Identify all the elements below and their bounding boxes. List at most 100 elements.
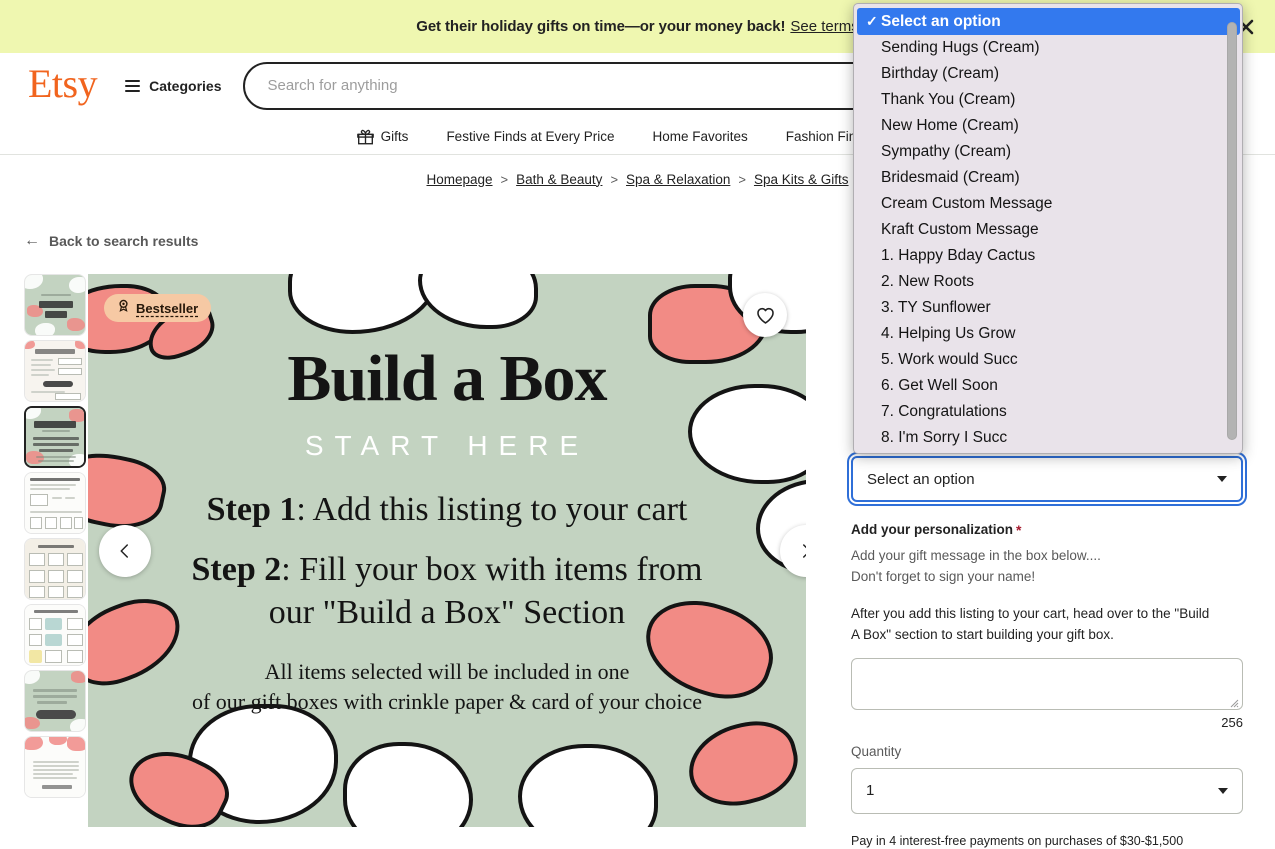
thumb-after-adding-instructions[interactable]	[24, 472, 86, 534]
dropdown-option-label: 6. Get Well Soon	[881, 377, 998, 394]
dropdown-option-thank-you-cream[interactable]: Thank You (Cream)	[854, 87, 1242, 113]
personalization-help-line1: Add your gift message in the box below..…	[851, 548, 1101, 563]
dropdown-option-6-get-well-soon[interactable]: 6. Get Well Soon	[854, 373, 1242, 399]
image-step2-line2: our "Build a Box" Section	[268, 594, 626, 632]
dropdown-option-7-congratulations[interactable]: 7. Congratulations	[854, 399, 1242, 425]
dropdown-option-label: Thank You (Cream)	[881, 91, 1016, 108]
paypal-note-line1: Pay in 4 interest-free payments on purch…	[851, 833, 1184, 848]
breadcrumb-separator: >	[738, 171, 746, 187]
dropdown-option-sending-hugs-cream[interactable]: Sending Hugs (Cream)	[854, 35, 1242, 61]
dropdown-scrollbar[interactable]	[1226, 8, 1238, 451]
card-option-dropdown-list[interactable]: ✓ Select an option Sending Hugs (Cream) …	[853, 3, 1243, 454]
image-note: All items selected will be included in o…	[192, 657, 702, 719]
back-link-label: Back to search results	[49, 233, 199, 249]
dropdown-option-bridesmaid-cream[interactable]: Bridesmaid (Cream)	[854, 165, 1242, 191]
dropdown-option-select-an-option[interactable]: ✓ Select an option	[857, 8, 1240, 35]
nav-item-home-favorites[interactable]: Home Favorites	[653, 129, 748, 144]
chevron-left-icon[interactable]	[99, 524, 151, 577]
nav-item-label: Festive Finds at Every Price	[446, 128, 615, 144]
bestseller-label: Bestseller	[136, 300, 199, 316]
dropdown-option-birthday-cream[interactable]: Birthday (Cream)	[854, 61, 1242, 87]
image-step1: Step 1: Add this listing to your cart	[207, 488, 688, 532]
image-step1-text: : Add this listing to your cart	[296, 491, 688, 528]
dropdown-option-cream-custom-message[interactable]: Cream Custom Message	[854, 191, 1242, 217]
dropdown-option-label: 5. Work would Succ	[881, 351, 1018, 368]
thumb-build-a-box-cover[interactable]	[24, 274, 86, 336]
image-note-line2: of our gift boxes with crinkle paper & c…	[191, 689, 703, 715]
dropdown-option-2-new-roots[interactable]: 2. New Roots	[854, 269, 1242, 295]
promo-see-terms-link[interactable]: See terms	[790, 18, 858, 35]
breadcrumb-item-homepage[interactable]: Homepage	[426, 172, 492, 187]
purchase-options-panel: Select an option Add your personalizatio…	[851, 456, 1243, 849]
chevron-down-icon	[1217, 476, 1227, 482]
image-step1-label: Step 1	[206, 491, 297, 528]
product-main-image[interactable]: Build a Box START HERE Step 1: Add this …	[88, 274, 806, 827]
required-marker: *	[1016, 521, 1022, 538]
resize-grip-icon[interactable]	[1228, 695, 1239, 708]
breadcrumb-separator: >	[500, 171, 509, 187]
breadcrumb-item-bath-beauty[interactable]: Bath & Beauty	[516, 172, 602, 187]
heart-icon[interactable]	[743, 293, 787, 337]
quantity-label: Quantity	[851, 743, 902, 759]
dropdown-option-kraft-custom-message[interactable]: Kraft Custom Message	[854, 217, 1242, 243]
etsy-product-page: Get their holiday gifts on time—or your …	[0, 0, 1275, 849]
dropdown-option-4-helping-us-grow[interactable]: 4. Helping Us Grow	[854, 321, 1242, 347]
dropdown-option-3-ty-sunflower[interactable]: 3. TY Sunflower	[854, 295, 1242, 321]
personalization-help-line3: After you add this listing to your cart,…	[851, 605, 1210, 621]
check-icon: ✓	[866, 13, 878, 29]
dropdown-option-label: 2. New Roots	[881, 273, 975, 290]
dropdown-option-label: Birthday (Cream)	[881, 65, 999, 82]
dropdown-option-8-im-sorry-i-succ[interactable]: 8. I'm Sorry I Succ	[854, 425, 1242, 451]
categories-button[interactable]: Categories	[125, 78, 221, 94]
back-to-search-results-link[interactable]: ← Back to search results	[24, 232, 199, 250]
nav-item-festive-finds[interactable]: Festive Finds at Every Price	[446, 129, 614, 144]
thumb-build-a-box-start-here[interactable]	[24, 406, 86, 468]
status-badge[interactable]: Bestseller	[104, 294, 212, 322]
image-step2: Step 2: Fill your box with items from ou…	[192, 548, 703, 635]
hamburger-icon	[125, 79, 141, 92]
dropdown-option-5-work-would-succ[interactable]: 5. Work would Succ	[854, 347, 1242, 373]
chevron-down-icon	[1218, 787, 1228, 794]
dropdown-option-label: 8. I'm Sorry I Succ	[881, 429, 1008, 446]
character-count: 256	[1221, 714, 1243, 730]
bestseller-award-icon	[117, 299, 130, 317]
dropdown-option-new-home-cream[interactable]: New Home (Cream)	[854, 113, 1242, 139]
nav-item-gifts[interactable]: Gifts	[356, 128, 408, 145]
thumb-thank-you[interactable]	[24, 736, 86, 798]
breadcrumb-separator: >	[610, 171, 619, 187]
breadcrumb-item-spa-kits-gifts[interactable]: Spa Kits & Gifts	[754, 172, 849, 187]
image-subtitle: START HERE	[304, 430, 590, 461]
card-option-select[interactable]: Select an option	[851, 456, 1243, 502]
dropdown-scrollbar-thumb[interactable]	[1227, 22, 1237, 440]
thumb-choose-card-page-2[interactable]	[24, 604, 86, 666]
dropdown-option-sympathy-cream[interactable]: Sympathy (Cream)	[854, 139, 1242, 165]
thumb-choose-card-page-1[interactable]	[24, 538, 86, 600]
thumb-proceed-to-checkout[interactable]	[24, 670, 86, 732]
personalization-help: Add your gift message in the box below..…	[851, 546, 1243, 588]
personalization-label: Add your personalization *	[851, 522, 1243, 537]
arrow-left-icon: ←	[24, 232, 40, 249]
dropdown-options: ✓ Select an option Sending Hugs (Cream) …	[854, 8, 1242, 451]
quantity-select[interactable]: 1	[851, 767, 1243, 814]
image-step2-label: Step 2	[191, 550, 282, 588]
personalization-textarea[interactable]	[851, 657, 1243, 710]
dropdown-option-label: Sending Hugs (Cream)	[881, 39, 1040, 56]
dropdown-option-label: 3. TY Sunflower	[881, 299, 991, 316]
dropdown-option-1-happy-bday-cactus[interactable]: 1. Happy Bday Cactus	[854, 243, 1242, 269]
personalization-help-line2: Don't forget to sign your name!	[851, 568, 1036, 584]
etsy-logo[interactable]: Etsy	[28, 63, 98, 104]
dropdown-option-label: 7. Congratulations	[881, 403, 1007, 420]
promo-text: Get their holiday gifts on time—or your …	[416, 18, 786, 35]
thumb-build-your-box-steps[interactable]	[24, 340, 86, 402]
dropdown-option-label: Cream Custom Message	[881, 195, 1053, 212]
personalization-help-secondary: After you add this listing to your cart,…	[851, 604, 1243, 646]
breadcrumb-item-spa-relaxation[interactable]: Spa & Relaxation	[626, 172, 730, 187]
categories-label: Categories	[149, 77, 222, 94]
image-text-content: Build a Box START HERE Step 1: Add this …	[88, 274, 806, 827]
dropdown-option-label: Kraft Custom Message	[881, 221, 1039, 238]
dropdown-option-label: Select an option	[881, 12, 1001, 30]
paypal-installments-note: Pay in 4 interest-free payments on purch…	[851, 832, 1243, 849]
personalization-help-line4: A Box" section to start building your gi…	[851, 626, 1114, 642]
dropdown-option-label: Bridesmaid (Cream)	[881, 169, 1020, 186]
card-option-selected-value: Select an option	[867, 470, 975, 488]
